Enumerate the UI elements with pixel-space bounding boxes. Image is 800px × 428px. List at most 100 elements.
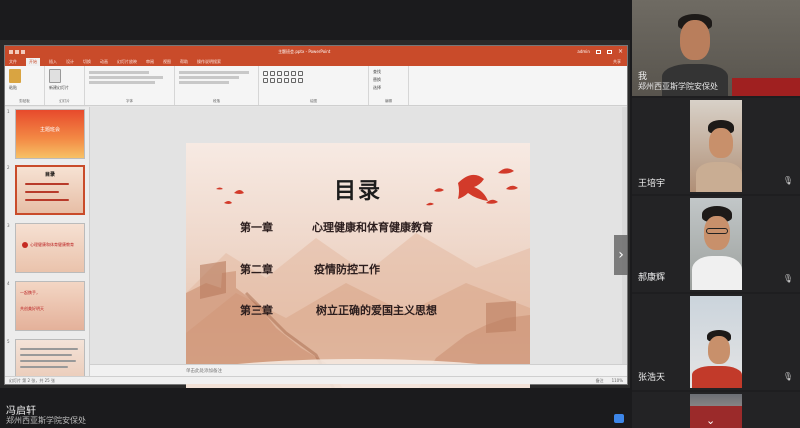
- chapter-1-label: 第一章: [240, 221, 273, 234]
- text-direction-button[interactable]: [179, 81, 229, 84]
- slide-thumb-1[interactable]: 主题班会: [15, 109, 85, 159]
- font-color-buttons[interactable]: [89, 81, 155, 84]
- tab-slideshow[interactable]: 幻灯片放映: [117, 59, 137, 65]
- participant-video: [690, 394, 742, 428]
- glasses-icon: [706, 228, 728, 234]
- close-icon[interactable]: ×: [618, 48, 623, 55]
- tab-review[interactable]: 审阅: [146, 59, 154, 65]
- slide-thumbnails: 1 主题班会 2 目录 3 心理健康和体育健康教育 4 一起携手， 共创美好明天…: [5, 107, 90, 376]
- thumb-number: 5: [7, 339, 10, 344]
- tell-me-search[interactable]: 操作说明搜索: [197, 59, 221, 65]
- thumb-title: 目录: [44, 172, 55, 178]
- undo-icon[interactable]: [15, 49, 19, 54]
- font-name-select[interactable]: [89, 71, 149, 74]
- speaker-bar: 冯启轩 郑州西亚斯学院安保处: [0, 388, 632, 428]
- thumb-text: 一起携手，: [20, 290, 40, 295]
- current-slide[interactable]: 目录 第一章 心理健康和体育健康教育 第二章 疫情防控工作 第三章 树立正确的爱…: [186, 143, 530, 393]
- font-format-buttons[interactable]: [89, 76, 163, 79]
- thumb-text: 心理健康和体育健康教育: [30, 242, 74, 247]
- replace-button[interactable]: 替换: [373, 77, 404, 83]
- participant-org: 郑州西亚斯学院安保处: [638, 82, 718, 91]
- slide-thumb-2[interactable]: 目录: [15, 165, 85, 215]
- speaker-org: 郑州西亚斯学院安保处: [6, 416, 86, 425]
- participant-name: 郝康辉: [638, 273, 666, 283]
- new-slide-label[interactable]: 新建幻灯片: [49, 85, 80, 91]
- bullet-buttons[interactable]: [179, 71, 249, 74]
- slide-thumb-4[interactable]: 一起携手， 共创美好明天: [15, 281, 85, 331]
- powerpoint-window: 主题班会.pptx - PowerPoint admin × 文件 开始 插入 …: [4, 45, 628, 393]
- group-label: 段落: [213, 99, 220, 103]
- participant-tile-self[interactable]: 我 郑州西亚斯学院安保处: [632, 0, 800, 96]
- chevron-down-icon[interactable]: ⌄: [706, 414, 715, 427]
- tab-file[interactable]: 文件: [9, 59, 17, 65]
- tab-design[interactable]: 设计: [66, 59, 74, 65]
- save-icon[interactable]: [9, 49, 13, 54]
- participants-panel: 我 郑州西亚斯学院安保处 王培宇 🎙 郝康辉 🎙 张浩天 🎙: [632, 0, 800, 428]
- group-label: 绘图: [310, 99, 317, 103]
- minimize-icon[interactable]: [595, 49, 601, 54]
- font-group: 字体: [85, 66, 175, 105]
- slide-thumb-5[interactable]: [15, 339, 85, 376]
- tab-view[interactable]: 视图: [163, 59, 171, 65]
- next-page-button[interactable]: ›: [614, 235, 628, 275]
- drawing-group: 绘图: [259, 66, 369, 105]
- chapter-2-text: 疫情防控工作: [314, 263, 380, 276]
- participant-tile[interactable]: 郝康辉 🎙: [632, 196, 800, 292]
- align-buttons[interactable]: [179, 76, 239, 79]
- thumb-number: 1: [7, 109, 10, 114]
- tab-animations[interactable]: 动画: [100, 59, 108, 65]
- quick-access-toolbar[interactable]: [9, 49, 25, 54]
- chat-icon[interactable]: [614, 414, 624, 423]
- group-label: 字体: [126, 99, 133, 103]
- mic-icon[interactable]: 🎙: [783, 274, 793, 283]
- mic-icon[interactable]: 🎙: [783, 372, 793, 381]
- paste-label[interactable]: 粘贴: [9, 85, 40, 91]
- new-slide-icon[interactable]: [49, 69, 61, 83]
- group-label: 剪贴板: [19, 99, 30, 103]
- paste-icon[interactable]: [9, 69, 21, 83]
- ppt-workspace: 1 主题班会 2 目录 3 心理健康和体育健康教育 4 一起携手， 共创美好明天…: [5, 107, 627, 393]
- tab-insert[interactable]: 插入: [49, 59, 57, 65]
- thumb-number: 4: [7, 281, 10, 286]
- participant-tile[interactable]: 王培宇 🎙: [632, 98, 800, 194]
- ppt-statusbar: 幻灯片 第 2 张，共 25 张 备注 110%: [5, 376, 627, 384]
- share-button[interactable]: 共享: [613, 59, 621, 65]
- slide-editing-area: 目录 第一章 心理健康和体育健康教育 第二章 疫情防控工作 第三章 树立正确的爱…: [90, 107, 627, 393]
- meeting-window: 主题班会.pptx - PowerPoint admin × 文件 开始 插入 …: [0, 0, 800, 428]
- maximize-icon[interactable]: [606, 49, 612, 54]
- participant-name: 张浩天: [638, 373, 666, 383]
- participant-tile[interactable]: [632, 392, 800, 428]
- ppt-titlebar: 主题班会.pptx - PowerPoint admin ×: [5, 46, 627, 57]
- chapter-3-label: 第三章: [240, 304, 273, 317]
- editing-group: 查找 替换 选择 编辑: [369, 66, 409, 105]
- participant-name: 王培宇: [638, 179, 666, 189]
- notes-pane[interactable]: 单击此处添加备注: [90, 364, 627, 376]
- notes-toggle[interactable]: 备注: [596, 378, 604, 384]
- tab-transitions[interactable]: 切换: [83, 59, 91, 65]
- tab-help[interactable]: 帮助: [180, 59, 188, 65]
- chapter-1-text: 心理健康和体育健康教育: [312, 221, 433, 234]
- slide-thumb-3[interactable]: 心理健康和体育健康教育: [15, 223, 85, 273]
- ribbon: 粘贴 剪贴板 新建幻灯片 幻灯片 字体 段落 绘图 查找 替换 选择 编辑: [5, 66, 627, 106]
- participant-video: [690, 198, 742, 290]
- group-label: 编辑: [385, 99, 392, 103]
- mic-icon[interactable]: 🎙: [783, 176, 793, 185]
- group-label: 幻灯片: [59, 99, 70, 103]
- paragraph-group: 段落: [175, 66, 259, 105]
- redo-icon[interactable]: [21, 49, 25, 54]
- participant-tile[interactable]: 张浩天 🎙: [632, 294, 800, 390]
- thumb-title: 主题班会: [39, 127, 60, 133]
- ribbon-tabs: 文件 开始 插入 设计 切换 动画 幻灯片放映 审阅 视图 帮助 操作说明搜索 …: [5, 57, 627, 66]
- find-button[interactable]: 查找: [373, 69, 404, 75]
- slide-count: 幻灯片 第 2 张，共 25 张: [9, 377, 55, 383]
- tab-home[interactable]: 开始: [26, 57, 40, 66]
- chapter-2-label: 第二章: [240, 263, 273, 276]
- ppt-window-title: 主题班会.pptx - PowerPoint: [278, 48, 331, 54]
- zoom-level[interactable]: 110%: [612, 378, 623, 383]
- shapes-gallery[interactable]: [263, 71, 364, 83]
- user-name[interactable]: admin: [577, 49, 590, 54]
- select-button[interactable]: 选择: [373, 85, 404, 91]
- shared-screen: 主题班会.pptx - PowerPoint admin × 文件 开始 插入 …: [0, 40, 630, 393]
- chapter-3-text: 树立正确的爱国主义思想: [316, 304, 437, 317]
- participant-video: [690, 296, 742, 388]
